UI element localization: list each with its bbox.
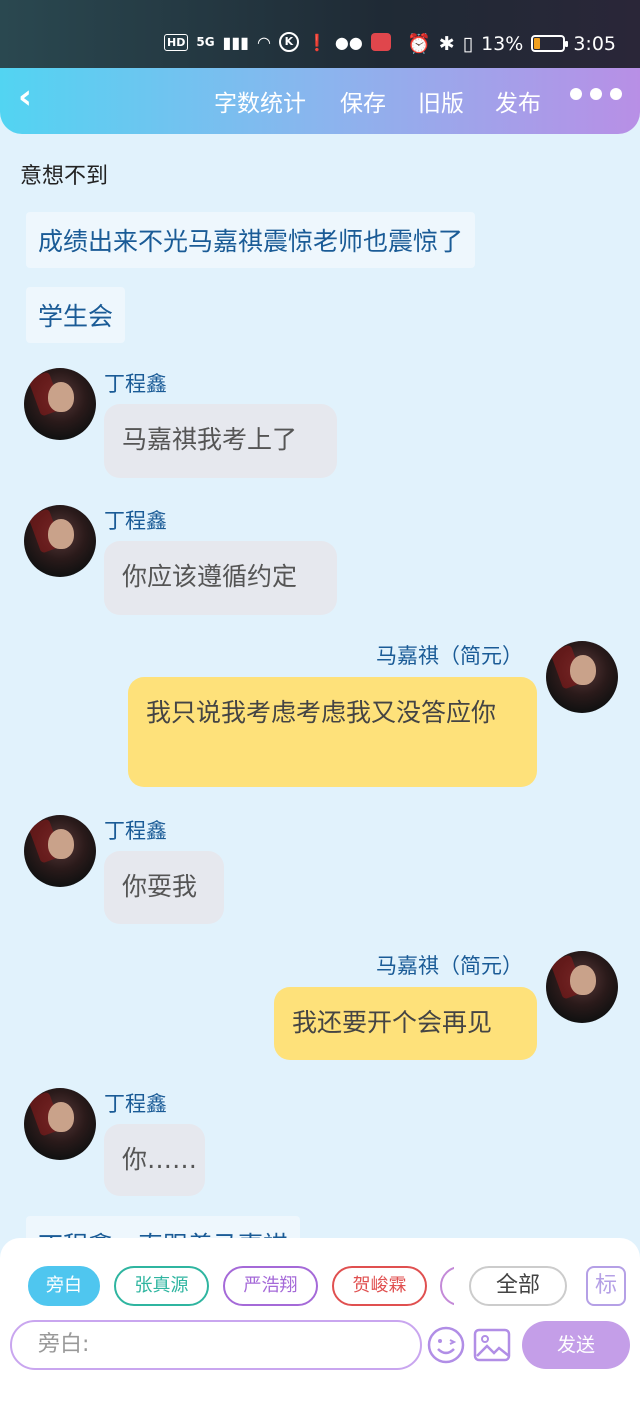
back-icon[interactable]: ‹ — [18, 80, 52, 116]
avatar[interactable] — [24, 815, 96, 887]
chat-bubble-right[interactable]: 我还要开个会再见 — [274, 987, 537, 1060]
speaker-name: 丁程鑫 — [104, 819, 167, 843]
hd-icon: HD — [164, 33, 189, 51]
k-app-icon: K — [278, 32, 299, 52]
signal-bars-icon: ▮▮▮ — [222, 32, 249, 52]
chip-yan-haoxiang[interactable]: 严浩翔 — [223, 1266, 318, 1306]
emoji-icon[interactable] — [427, 1326, 465, 1364]
network-signal-icon: 5G — [196, 35, 215, 49]
chat-bubble-right[interactable]: 我只说我考虑考虑我又没答应你 — [128, 677, 537, 787]
alarm-icon: ⏰ — [407, 33, 431, 55]
compose-panel: 旁白 张真源 严浩翔 贺峻霖 全部 标 旁白: 发送 — [0, 1238, 640, 1408]
word-count-button[interactable]: 字数统计 — [214, 84, 306, 118]
speaker-name: 马嘉祺（简元） — [376, 954, 523, 978]
all-characters-button[interactable]: 全部 — [469, 1266, 567, 1306]
speaker-name: 马嘉祺（简元） — [376, 644, 523, 668]
narration-block[interactable]: 学生会 — [26, 287, 126, 343]
battery-icon — [531, 35, 569, 52]
speaker-name: 丁程鑫 — [104, 1092, 167, 1116]
save-button[interactable]: 保存 — [340, 84, 386, 118]
narration-block[interactable]: 成绩出来不光马嘉祺震惊老师也震惊了 — [26, 212, 476, 268]
bluetooth-icon: ✱ — [438, 32, 455, 55]
status-icons-right: ⏰ ✱ ▯ 13% 3:05 — [407, 32, 616, 56]
avatar[interactable] — [24, 368, 96, 440]
wechat-icon: ●● — [334, 32, 363, 52]
chat-bubble-left[interactable]: 你…… — [104, 1124, 205, 1196]
chip-zhang-zhenyuan[interactable]: 张真源 — [114, 1266, 209, 1306]
image-icon[interactable] — [473, 1326, 511, 1364]
chat-bubble-left[interactable]: 马嘉祺我考上了 — [104, 404, 337, 478]
clock: 3:05 — [573, 32, 616, 55]
status-icons-left: HD 5G ▮▮▮ ◠ K ❗ ●● — [164, 32, 391, 52]
alert-icon: ❗ — [306, 32, 327, 52]
more-options-icon[interactable] — [570, 88, 622, 100]
chip-narrator[interactable]: 旁白 — [28, 1266, 100, 1306]
chat-bubble-left[interactable]: 你耍我 — [104, 851, 224, 924]
status-bar: HD 5G ▮▮▮ ◠ K ❗ ●● ⏰ ✱ ▯ 13% 3:05 — [0, 0, 640, 68]
avatar[interactable] — [546, 641, 618, 713]
chip-more[interactable] — [440, 1266, 454, 1306]
avatar[interactable] — [24, 1088, 96, 1160]
old-version-button[interactable]: 旧版 — [418, 84, 464, 118]
speaker-name: 丁程鑫 — [104, 372, 167, 396]
chat-bubble-left[interactable]: 你应该遵循约定 — [104, 541, 337, 615]
mark-button[interactable]: 标 — [586, 1266, 626, 1306]
send-button[interactable]: 发送 — [522, 1321, 630, 1369]
plain-text: 意想不到 — [20, 164, 109, 189]
publish-button[interactable]: 发布 — [495, 84, 541, 118]
top-toolbar: ‹ 字数统计 保存 旧版 发布 — [0, 68, 640, 134]
avatar[interactable] — [546, 951, 618, 1023]
battery-percent: 13% — [481, 32, 524, 55]
character-chip-scroll[interactable]: 旁白 张真源 严浩翔 贺峻霖 — [28, 1264, 454, 1308]
message-input[interactable]: 旁白: — [10, 1320, 422, 1370]
wifi-icon: ◠ — [256, 32, 271, 52]
vibrate-icon: ▯ — [462, 32, 474, 55]
chip-he-junlin[interactable]: 贺峻霖 — [332, 1266, 427, 1306]
notification-app-icon — [370, 33, 391, 51]
avatar[interactable] — [24, 505, 96, 577]
speaker-name: 丁程鑫 — [104, 509, 167, 533]
